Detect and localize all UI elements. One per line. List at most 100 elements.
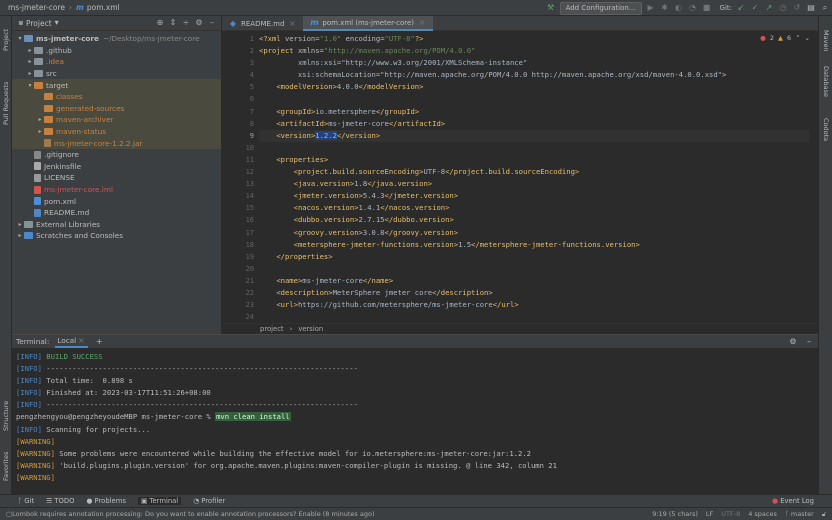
tree-item[interactable]: ms-jmeter-core-1.2.2.jar — [12, 137, 221, 149]
add-terminal-icon[interactable]: + — [94, 337, 104, 347]
favorites-tool-tab[interactable]: Favorites — [0, 446, 12, 486]
line-number[interactable]: 15 — [222, 202, 256, 214]
line-number[interactable]: 10 — [222, 142, 256, 154]
tree-item[interactable]: .gitignore — [12, 149, 221, 161]
project-structure-icon[interactable]: ▤ — [806, 3, 816, 13]
code-line[interactable]: <name>ms-jmeter-core</name> — [259, 275, 809, 287]
code-line[interactable]: <jmeter.version>5.4.3</jmeter.version> — [259, 190, 809, 202]
tree-item[interactable]: generated-sources — [12, 102, 221, 115]
line-number[interactable]: 21 — [222, 275, 256, 287]
git-update-icon[interactable]: ↙ — [736, 3, 746, 13]
line-number[interactable]: 13 — [222, 178, 256, 190]
code-line[interactable]: <project.build.sourceEncoding>UTF-8</pro… — [259, 166, 809, 178]
git-rollback-icon[interactable]: ↺ — [792, 3, 802, 13]
code-line[interactable]: <project xmlns="http://maven.apache.org/… — [259, 45, 809, 57]
line-number[interactable]: 5 — [222, 81, 256, 93]
chevron-right-icon[interactable]: ▸ — [26, 58, 34, 65]
code-line[interactable] — [259, 93, 809, 105]
line-number[interactable]: 7 — [222, 106, 256, 118]
line-number[interactable]: 19 — [222, 251, 256, 263]
tree-item[interactable]: ▸ src — [12, 68, 221, 80]
caret-position[interactable]: 9:19 (5 chars) — [652, 510, 698, 519]
close-icon[interactable]: × — [417, 18, 427, 28]
code-line[interactable]: <java.version>1.8</java.version> — [259, 178, 809, 190]
tree-item[interactable]: ▸ .idea — [12, 56, 221, 68]
locate-icon[interactable]: ⊕ — [155, 18, 165, 28]
database-tool-tab[interactable]: Database — [819, 62, 832, 102]
code-line[interactable]: xmlns:xsi="http://www.w3.org/2001/XMLSch… — [259, 57, 809, 69]
line-number[interactable]: 20 — [222, 263, 256, 275]
chevron-right-icon[interactable]: ▸ — [16, 221, 24, 228]
tree-item[interactable]: ▸ .github — [12, 45, 221, 57]
code-line[interactable]: <modelVersion>4.0.0</modelVersion> — [259, 81, 809, 93]
chevron-down-icon[interactable]: ▾ — [16, 35, 24, 42]
code-line[interactable]: <nacos.version>1.4.1</nacos.version> — [259, 202, 809, 214]
line-number[interactable]: 17 — [222, 227, 256, 239]
run-icon[interactable]: ▶ — [646, 3, 656, 13]
tree-item[interactable]: ▸ maven-status — [12, 125, 221, 138]
tree-item[interactable]: ▸ maven-archiver — [12, 114, 221, 126]
tab-pom[interactable]: m pom.xml (ms-jmeter-core) × — [303, 16, 434, 31]
chevron-right-icon[interactable]: ▸ — [36, 128, 44, 135]
chevron-down-icon[interactable]: ▾ — [26, 82, 34, 89]
line-number[interactable]: 22 — [222, 287, 256, 299]
line-number[interactable]: 3 — [222, 57, 256, 69]
chevron-down-icon[interactable]: ▾ — [52, 18, 62, 28]
line-number[interactable]: 23 — [222, 299, 256, 311]
code-line[interactable]: <version>1.2.2</version> — [259, 129, 809, 142]
code-line[interactable]: <artifactId>ms-jmeter-core</artifactId> — [259, 118, 809, 130]
line-number[interactable]: 1 — [222, 33, 256, 45]
close-icon[interactable]: × — [287, 19, 297, 29]
tab-profiler[interactable]: ◔ Profiler — [193, 497, 225, 505]
terminal-output[interactable]: [INFO] BUILD SUCCESS [INFO] -------------… — [12, 348, 818, 487]
code-line[interactable]: <groupId>io.metersphere</groupId> — [259, 106, 809, 118]
line-number[interactable]: 4 — [222, 69, 256, 81]
tab-git[interactable]: ᚴ Git — [18, 497, 34, 505]
tree-item[interactable]: README.md — [12, 207, 221, 219]
breadcrumb-version[interactable]: version — [298, 325, 323, 333]
tree-item[interactable]: ▸ External Libraries — [12, 219, 221, 231]
build-hammer-icon[interactable]: ⚒ — [546, 3, 556, 13]
codota-tool-tab[interactable]: Codota — [819, 112, 832, 148]
code-line[interactable] — [259, 311, 809, 323]
tree-item[interactable]: LICENSE — [12, 172, 221, 184]
stop-icon[interactable]: ■ — [702, 3, 712, 13]
hide-icon[interactable]: – — [207, 18, 217, 28]
close-icon[interactable]: × — [76, 336, 86, 346]
tree-item[interactable]: Jenkinsfile — [12, 161, 221, 173]
chevron-right-icon[interactable]: ▸ — [26, 70, 34, 77]
line-number[interactable]: 6 — [222, 93, 256, 105]
file-encoding[interactable]: UTF-8 — [721, 510, 740, 519]
project-tool-tab[interactable]: Project — [0, 20, 12, 60]
tab-readme[interactable]: ◆ README.md × — [222, 16, 303, 31]
collapse-all-icon[interactable]: ÷ — [181, 18, 191, 28]
line-number[interactable]: 12 — [222, 166, 256, 178]
line-number[interactable]: 2 — [222, 45, 256, 57]
tree-item[interactable]: pom.xml — [12, 195, 221, 207]
project-name[interactable]: ms-jmeter-core — [8, 3, 65, 12]
expand-all-icon[interactable]: ⇕ — [168, 18, 178, 28]
code-line[interactable]: <metersphere-jmeter-functions.version>1.… — [259, 239, 809, 251]
line-number[interactable]: 9 — [222, 130, 256, 142]
pull-requests-tool-tab[interactable]: Pull Requests — [0, 68, 12, 138]
tree-item[interactable]: ms-jmeter-core.iml — [12, 184, 221, 196]
line-number[interactable]: 18 — [222, 239, 256, 251]
code-line[interactable]: xsi:schemaLocation="http://maven.apache.… — [259, 69, 809, 81]
status-message[interactable]: Lombok requires annotation processing: D… — [12, 510, 374, 518]
code-line[interactable]: <properties> — [259, 154, 809, 166]
profile-icon[interactable]: ◔ — [688, 3, 698, 13]
git-history-icon[interactable]: ◷ — [778, 3, 788, 13]
search-everywhere-icon[interactable]: ⌕ — [820, 3, 830, 13]
code-line[interactable]: <dubbo.version>2.7.15</dubbo.version> — [259, 214, 809, 226]
code-line[interactable]: <description>MeterSphere jmeter core</de… — [259, 287, 809, 299]
maven-tool-tab[interactable]: Maven — [819, 26, 832, 56]
gear-icon[interactable]: ⚙ — [194, 18, 204, 28]
line-separator[interactable]: LF — [706, 510, 713, 519]
code-line[interactable]: </properties> — [259, 251, 809, 263]
tree-item[interactable]: ▸ Scratches and Consoles — [12, 230, 221, 242]
chevron-right-icon[interactable]: ▸ — [36, 116, 44, 123]
code-line[interactable] — [259, 142, 809, 154]
chevron-right-icon[interactable]: ▸ — [16, 232, 24, 239]
code-editor[interactable]: <?xml version="1.0" encoding="UTF-8"?> <p… — [259, 33, 809, 323]
coverage-icon[interactable]: ◐ — [674, 3, 684, 13]
